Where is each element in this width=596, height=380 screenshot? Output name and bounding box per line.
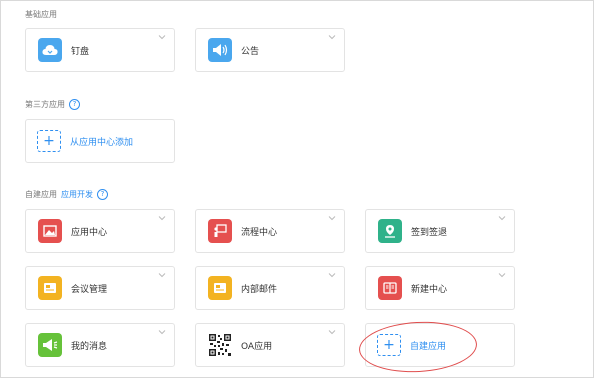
- app-card-app-center[interactable]: 应用中心: [25, 209, 175, 253]
- megaphone-icon: [38, 333, 62, 357]
- app-card-meeting-management[interactable]: 会议管理: [25, 266, 175, 310]
- app-card-my-messages[interactable]: 我的消息: [25, 323, 175, 367]
- app-label: 会议管理: [71, 284, 108, 295]
- app-label: OA应用: [241, 341, 273, 352]
- megaphone-icon: [208, 38, 232, 62]
- custom-apps-heading: 自建应用 应用开发 ?: [25, 189, 108, 200]
- third-party-heading: 第三方应用 ?: [25, 99, 80, 110]
- help-icon[interactable]: ?: [97, 189, 108, 200]
- basic-apps-heading: 基础应用: [25, 10, 57, 19]
- document-icon: [38, 276, 62, 300]
- app-label: 我的消息: [71, 341, 108, 352]
- plus-icon: +: [37, 130, 61, 152]
- gallery-icon: [38, 219, 62, 243]
- qrcode-icon: [208, 333, 232, 357]
- app-card-internal-mail[interactable]: 内部邮件: [195, 266, 345, 310]
- map-pin-icon: [378, 219, 402, 243]
- chevron-down-icon[interactable]: [158, 328, 166, 336]
- app-label: 钉盘: [71, 46, 90, 57]
- mail-icon: [208, 276, 232, 300]
- presentation-icon: [208, 219, 232, 243]
- chevron-down-icon[interactable]: [158, 271, 166, 279]
- app-label: 公告: [241, 46, 260, 57]
- help-icon[interactable]: ?: [69, 99, 80, 110]
- app-label: 内部邮件: [241, 284, 278, 295]
- app-card-announcement[interactable]: 公告: [195, 28, 345, 72]
- chevron-down-icon[interactable]: [498, 271, 506, 279]
- app-dev-link[interactable]: 应用开发: [61, 189, 93, 200]
- app-card-sign-in-out[interactable]: 签到签退: [365, 209, 515, 253]
- chevron-down-icon[interactable]: [158, 33, 166, 41]
- app-card-dingpan[interactable]: 钉盘: [25, 28, 175, 72]
- book-icon: [378, 276, 402, 300]
- app-card-process-center[interactable]: 流程中心: [195, 209, 345, 253]
- cloud-icon: [38, 38, 62, 62]
- app-label: 签到签退: [411, 227, 448, 238]
- app-label: 新建中心: [411, 284, 448, 295]
- chevron-down-icon[interactable]: [328, 328, 336, 336]
- app-card-oa-app[interactable]: OA应用: [195, 323, 345, 367]
- app-label: 流程中心: [241, 227, 278, 238]
- add-label: 从应用中心添加: [70, 137, 134, 148]
- add-from-app-center-button[interactable]: + 从应用中心添加: [25, 119, 175, 163]
- chevron-down-icon[interactable]: [328, 271, 336, 279]
- page-frame: 基础应用 钉盘 公告 第三方应用 ? + 从应用中心添加 自建应用 应用开发 ?…: [0, 0, 594, 378]
- chevron-down-icon[interactable]: [328, 214, 336, 222]
- chevron-down-icon[interactable]: [498, 214, 506, 222]
- chevron-down-icon[interactable]: [158, 214, 166, 222]
- app-card-new-center[interactable]: 新建中心: [365, 266, 515, 310]
- app-label: 应用中心: [71, 227, 108, 238]
- chevron-down-icon[interactable]: [328, 33, 336, 41]
